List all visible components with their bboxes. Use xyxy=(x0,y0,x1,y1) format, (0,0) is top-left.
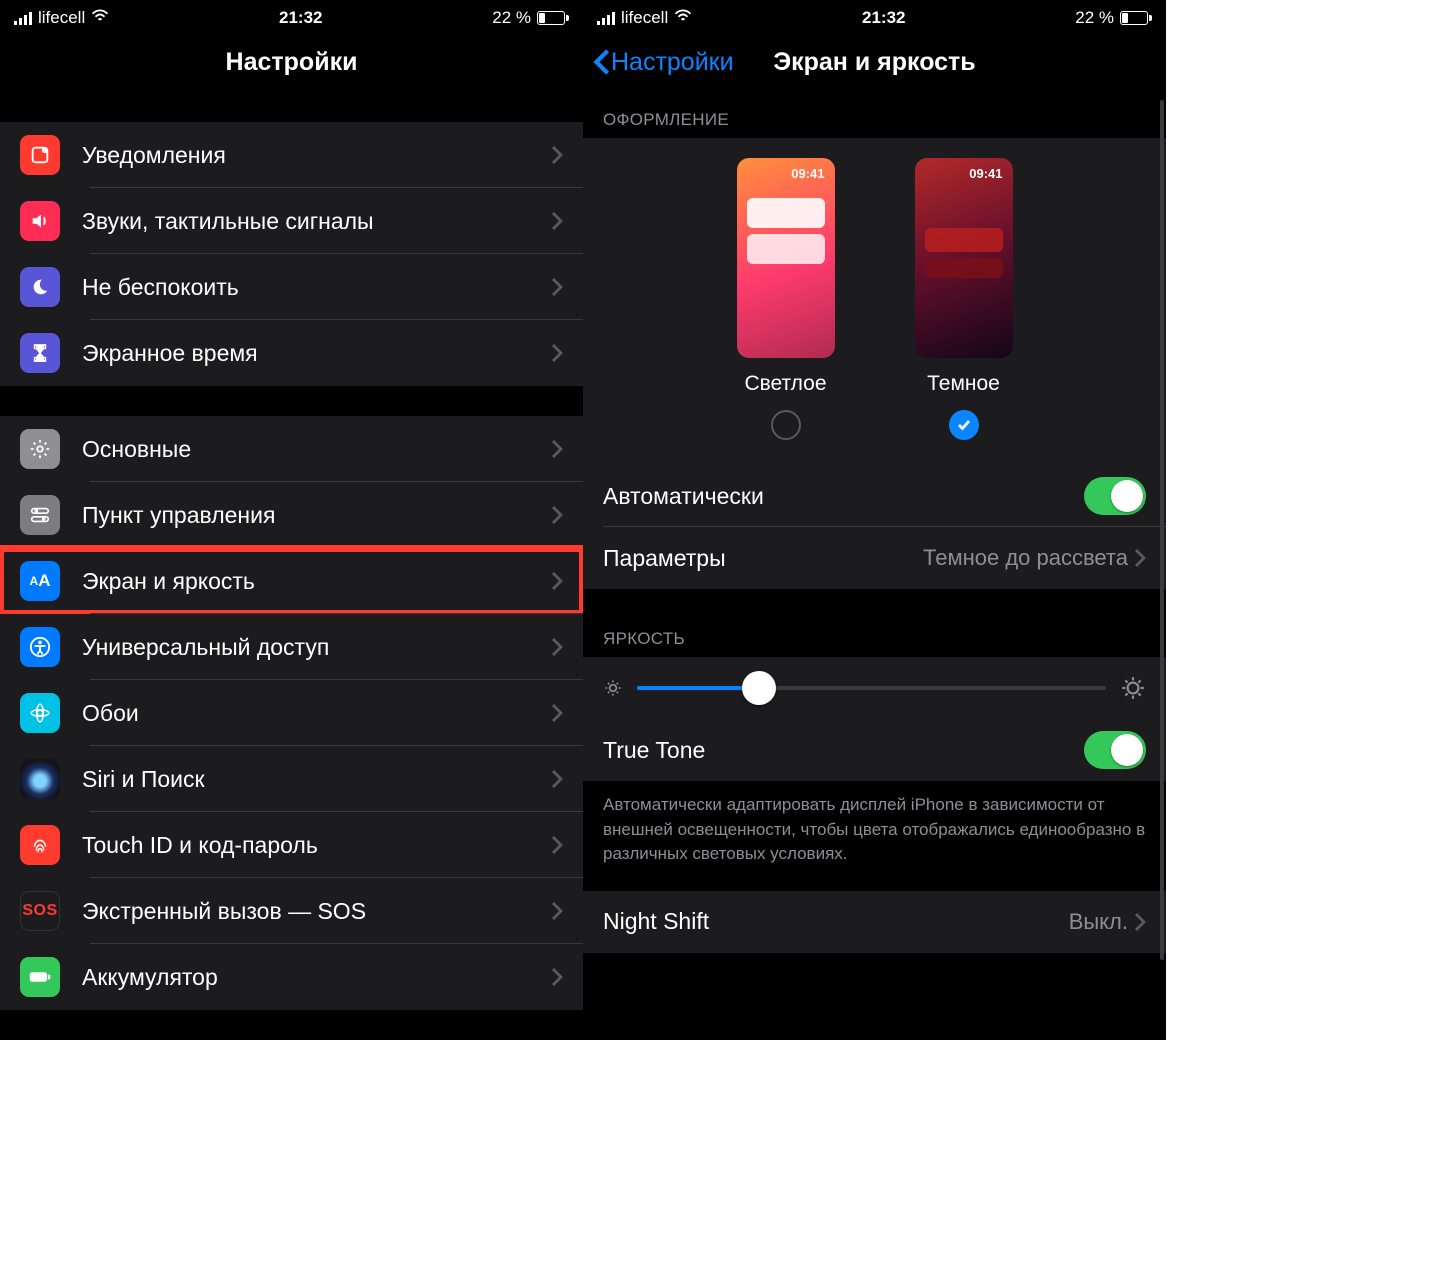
status-bar: lifecell 21:32 22 % xyxy=(0,0,583,32)
wallpaper-icon xyxy=(20,693,60,733)
carrier-label: lifecell xyxy=(621,8,668,28)
light-label: Светлое xyxy=(744,372,826,396)
nightshift-value: Выкл. xyxy=(1069,909,1128,935)
battery-pct: 22 % xyxy=(492,8,531,28)
chevron-right-icon xyxy=(551,277,563,297)
automatic-toggle[interactable] xyxy=(1084,477,1146,515)
row-battery[interactable]: Аккумулятор xyxy=(0,944,583,1010)
row-notifications[interactable]: Уведомления xyxy=(0,122,583,188)
row-accessibility[interactable]: Универсальный доступ xyxy=(0,614,583,680)
row-wallpaper[interactable]: Обои xyxy=(0,680,583,746)
settings-list[interactable]: Уведомления Звуки, тактильные сигналы Не… xyxy=(0,92,583,1040)
light-preview: 09:41 xyxy=(737,158,835,358)
row-dnd[interactable]: Не беспокоить xyxy=(0,254,583,320)
right-screen: lifecell 21:32 22 % Настройки Экран и яр… xyxy=(583,0,1166,1040)
chevron-right-icon xyxy=(551,211,563,231)
wifi-icon xyxy=(91,8,109,28)
nav-bar: Настройки xyxy=(0,32,583,92)
signal-icon xyxy=(14,11,32,25)
dark-label: Темное xyxy=(927,372,1000,396)
appearance-header: ОФОРМЛЕНИЕ xyxy=(583,92,1166,138)
row-display-brightness[interactable]: AA Экран и яркость xyxy=(0,548,583,614)
row-truetone: True Tone xyxy=(583,719,1166,781)
nav-bar: Настройки Экран и яркость xyxy=(583,32,1166,92)
row-touchid[interactable]: Touch ID и код-пароль xyxy=(0,812,583,878)
row-control-center[interactable]: Пункт управления xyxy=(0,482,583,548)
scrollbar[interactable] xyxy=(1160,100,1164,960)
appearance-light-option[interactable]: 09:41 Светлое xyxy=(737,158,835,440)
battery-icon xyxy=(1120,11,1152,25)
clock: 21:32 xyxy=(279,8,322,28)
battery-pct: 22 % xyxy=(1075,8,1114,28)
chevron-right-icon xyxy=(551,571,563,591)
brightness-header: ЯРКОСТЬ xyxy=(583,589,1166,657)
sun-max-icon xyxy=(1120,675,1146,701)
accessibility-icon xyxy=(20,627,60,667)
row-sounds[interactable]: Звуки, тактильные сигналы xyxy=(0,188,583,254)
chevron-right-icon xyxy=(551,505,563,525)
truetone-description: Автоматически адаптировать дисплей iPhon… xyxy=(583,781,1166,891)
battery-icon xyxy=(537,11,569,25)
dark-preview: 09:41 xyxy=(915,158,1013,358)
options-value: Темное до рассвета xyxy=(923,545,1128,571)
page-title: Экран и яркость xyxy=(773,48,975,77)
signal-icon xyxy=(597,11,615,25)
siri-icon xyxy=(20,759,60,799)
chevron-right-icon xyxy=(551,637,563,657)
sun-min-icon xyxy=(603,678,623,698)
row-sos[interactable]: SOS Экстренный вызов — SOS xyxy=(0,878,583,944)
left-screen: lifecell 21:32 22 % Настройки Уведомлени… xyxy=(0,0,583,1040)
chevron-right-icon xyxy=(551,901,563,921)
row-siri[interactable]: Siri и Поиск xyxy=(0,746,583,812)
truetone-toggle[interactable] xyxy=(1084,731,1146,769)
chevron-right-icon xyxy=(551,835,563,855)
chevron-right-icon xyxy=(551,439,563,459)
battery-row-icon xyxy=(20,957,60,997)
sounds-icon xyxy=(20,201,60,241)
sos-icon: SOS xyxy=(20,891,60,931)
light-radio[interactable] xyxy=(771,410,801,440)
row-automatic: Автоматически xyxy=(583,465,1166,527)
screentime-icon xyxy=(20,333,60,373)
chevron-right-icon xyxy=(551,145,563,165)
status-bar: lifecell 21:32 22 % xyxy=(583,0,1166,32)
brightness-slider[interactable] xyxy=(637,686,1106,690)
display-settings[interactable]: ОФОРМЛЕНИЕ 09:41 Светлое 09:41 Темн xyxy=(583,92,1166,1040)
general-icon xyxy=(20,429,60,469)
chevron-right-icon xyxy=(551,703,563,723)
chevron-right-icon xyxy=(551,967,563,987)
row-general[interactable]: Основные xyxy=(0,416,583,482)
brightness-row xyxy=(583,657,1166,719)
chevron-right-icon xyxy=(1134,912,1146,932)
chevron-right-icon xyxy=(551,343,563,363)
appearance-dark-option[interactable]: 09:41 Темное xyxy=(915,158,1013,440)
back-label: Настройки xyxy=(611,48,734,77)
appearance-picker: 09:41 Светлое 09:41 Темное xyxy=(583,138,1166,465)
dark-radio[interactable] xyxy=(949,410,979,440)
notifications-icon xyxy=(20,135,60,175)
touchid-icon xyxy=(20,825,60,865)
dnd-icon xyxy=(20,267,60,307)
back-button[interactable]: Настройки xyxy=(593,48,734,77)
carrier-label: lifecell xyxy=(38,8,85,28)
clock: 21:32 xyxy=(862,8,905,28)
display-icon: AA xyxy=(20,561,60,601)
row-nightshift[interactable]: Night Shift Выкл. xyxy=(583,891,1166,953)
row-options[interactable]: Параметры Темное до рассвета xyxy=(583,527,1166,589)
control-center-icon xyxy=(20,495,60,535)
wifi-icon xyxy=(674,8,692,28)
chevron-right-icon xyxy=(551,769,563,789)
page-title: Настройки xyxy=(226,48,358,77)
row-screentime[interactable]: Экранное время xyxy=(0,320,583,386)
chevron-right-icon xyxy=(1134,548,1146,568)
